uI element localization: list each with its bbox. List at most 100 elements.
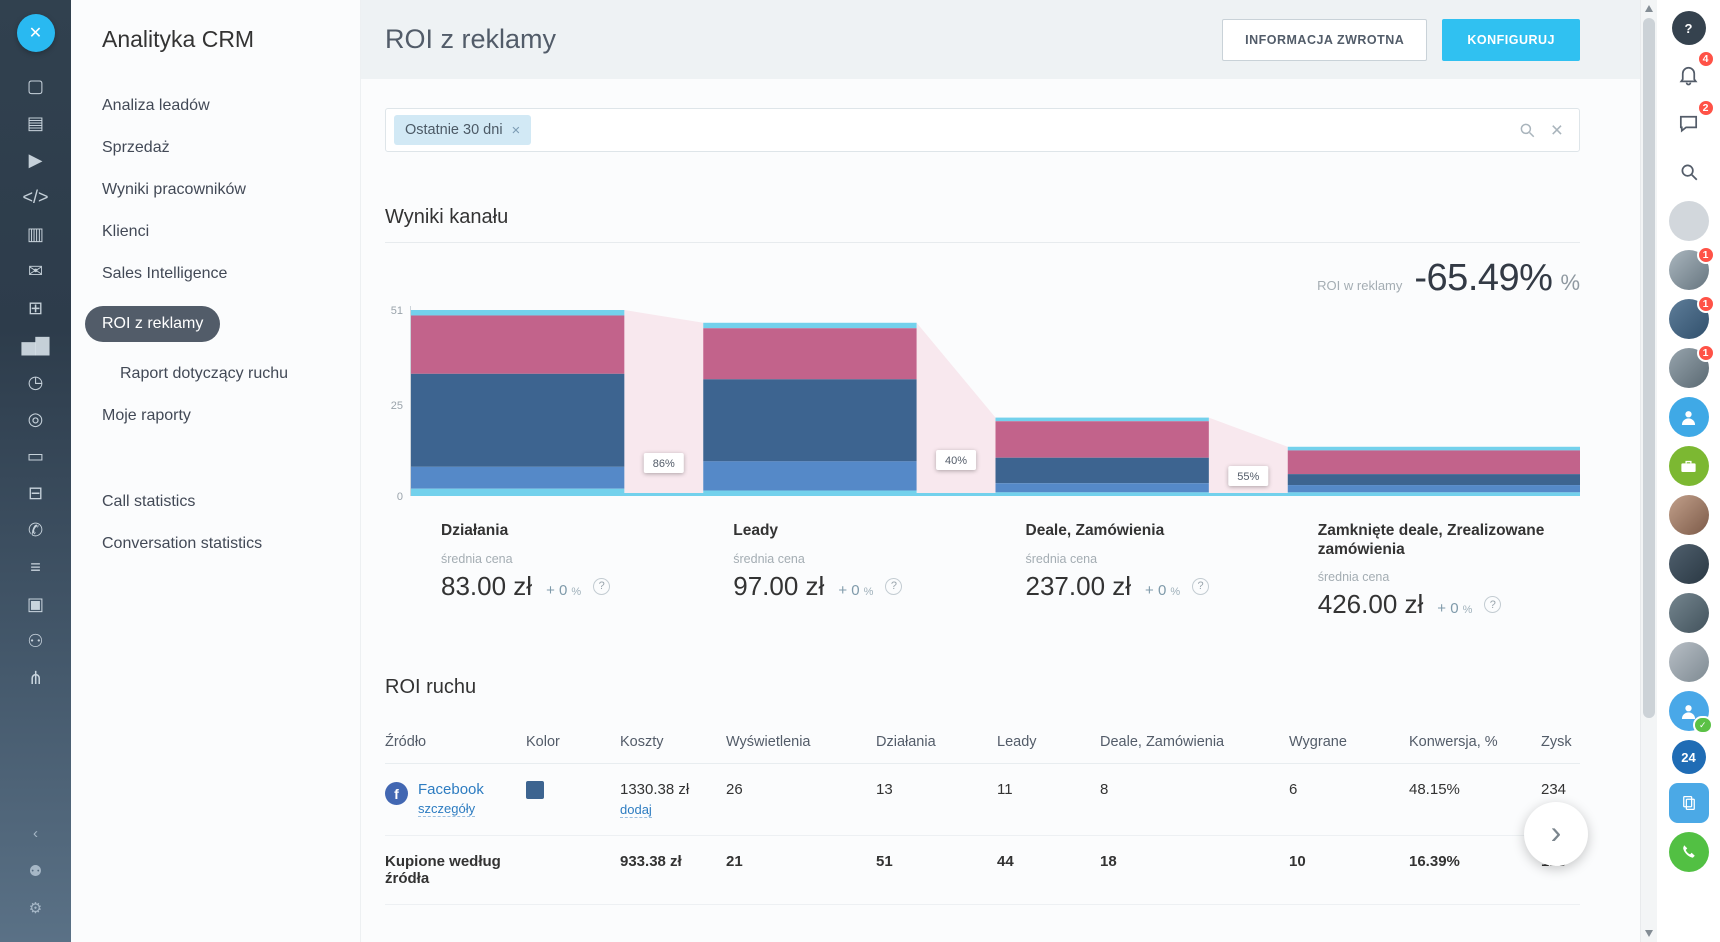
cell-dzialania: 51	[876, 836, 997, 905]
table-row-summary: Kupione według źródła 933.38 zł 21 51 44…	[385, 836, 1580, 905]
page-header: ROI z reklamy INFORMACJA ZWROTNA KONFIGU…	[361, 0, 1640, 79]
default-user-avatar[interactable]	[1669, 397, 1709, 437]
right-toolbar: ?42111✓24	[1657, 0, 1720, 942]
help-button[interactable]: ?	[1672, 11, 1706, 45]
search-icon[interactable]	[1669, 152, 1709, 192]
filter-chip[interactable]: Ostatnie 30 dni ×	[394, 115, 531, 145]
messenger-chat-icon[interactable]: 2	[1669, 103, 1709, 143]
user-icon[interactable]: ⚉	[0, 852, 71, 889]
automation-icon[interactable]: ⋔	[0, 660, 71, 697]
mail-icon[interactable]: ✉	[0, 253, 71, 290]
analytics-icon[interactable]: ▅▇	[0, 327, 71, 364]
channel-results-title: Wyniki kanału	[385, 206, 1580, 229]
left-icon-sidebar: ✕ ▢▤▶</>▥✉⊞▅▇◷◎▭⊟✆≡▣⚇⋔ ‹⚉⚙	[0, 0, 71, 942]
copy-icon[interactable]: ▣	[0, 586, 71, 623]
cell-wyswietlenia: 21	[726, 836, 876, 905]
help-icon[interactable]: ?	[885, 578, 902, 595]
counter-badge: 1	[1697, 344, 1715, 362]
close-menu-button[interactable]: ✕	[17, 14, 55, 52]
scrollbar-thumb[interactable]	[1643, 18, 1655, 718]
sidebar-item-sprzedaz[interactable]: Sprzedaż	[102, 127, 340, 169]
user-avatar[interactable]: 1	[1669, 348, 1709, 388]
user-avatar[interactable]	[1669, 544, 1709, 584]
cell-leady: 44	[997, 836, 1100, 905]
notifications-bell-icon[interactable]: 4	[1669, 54, 1709, 94]
page-content: Ostatnie 30 dni × × Wyniki kanału ROI w …	[361, 79, 1640, 942]
vertical-scrollbar[interactable]	[1640, 0, 1657, 942]
filter-chip-label: Ostatnie 30 dni	[405, 122, 503, 138]
stage-leady: Leady średnia cena 97.00 zł + 0 % ?	[733, 522, 973, 602]
settings-gear-icon[interactable]: ⚙	[0, 889, 71, 926]
col-leady: Leady	[997, 721, 1100, 764]
user-avatar[interactable]: 1	[1669, 299, 1709, 339]
sidebar-item-sales-intelligence[interactable]: Sales Intelligence	[102, 253, 340, 295]
help-icon[interactable]: ?	[593, 578, 610, 595]
briefcase-icon[interactable]: ▭	[0, 438, 71, 475]
add-cost-link[interactable]: dodaj	[620, 802, 652, 818]
bitrix24-logo-icon[interactable]: 24	[1672, 740, 1706, 774]
knowledge-base-icon[interactable]: ▥	[0, 216, 71, 253]
phone-icon[interactable]: ✆	[0, 512, 71, 549]
stage-zamkniete: Zamknięte deale, Zrealizowane zamówienia…	[1318, 522, 1580, 620]
channel-results-section: Wyniki kanału ROI w reklamy -65.49% % 02…	[385, 206, 1580, 648]
user-avatar[interactable]: 1	[1669, 250, 1709, 290]
sidebar-item-conversation-statistics[interactable]: Conversation statistics	[102, 523, 340, 565]
shop-icon[interactable]: ⊟	[0, 475, 71, 512]
collapse-icon[interactable]: ‹	[0, 815, 71, 852]
apps-grid-icon[interactable]: ⊞	[0, 290, 71, 327]
feedback-button[interactable]: INFORMACJA ZWROTNA	[1222, 19, 1427, 61]
page-title: ROI z reklamy	[385, 24, 1222, 55]
user-avatar[interactable]	[1669, 593, 1709, 633]
video-icon[interactable]: ▶	[0, 142, 71, 179]
roi-table: Źródło Kolor Koszty Wyświetlenia Działan…	[385, 721, 1580, 905]
counter-badge: 4	[1697, 50, 1715, 68]
calls-phone-icon[interactable]	[1669, 832, 1709, 872]
roi-label: ROI w reklamy	[1317, 278, 1402, 293]
search-icon[interactable]	[1518, 121, 1536, 139]
scroll-up-icon[interactable]	[1645, 5, 1653, 12]
filter-clear-icon[interactable]: ×	[1551, 120, 1563, 141]
help-icon[interactable]: ?	[1484, 596, 1501, 613]
sidebar-menu: Analiza leadów Sprzedaż Wyniki pracownik…	[102, 85, 340, 565]
stack-icon[interactable]: ≡	[0, 549, 71, 586]
sidebar-title: Analityka CRM	[102, 26, 340, 53]
sidebar-item-raport-ruchu[interactable]: Raport dotyczący ruchu	[102, 353, 340, 395]
col-wygrane: Wygrane	[1289, 721, 1409, 764]
help-icon[interactable]: ?	[1192, 578, 1209, 595]
table-header-row: Źródło Kolor Koszty Wyświetlenia Działan…	[385, 721, 1580, 764]
sidebar-item-call-statistics[interactable]: Call statistics	[102, 481, 340, 523]
counter-badge: 1	[1697, 295, 1715, 313]
filter-bar[interactable]: Ostatnie 30 dni × ×	[385, 108, 1580, 152]
scroll-down-icon[interactable]	[1645, 930, 1653, 937]
team-icon[interactable]: ⚇	[0, 623, 71, 660]
code-icon[interactable]: </>	[0, 179, 71, 216]
target-icon[interactable]: ◎	[0, 401, 71, 438]
table-row-facebook: f Facebook szczegóły 1330.	[385, 764, 1580, 836]
feed-icon[interactable]: ▤	[0, 105, 71, 142]
chip-remove-icon[interactable]: ×	[512, 122, 521, 139]
configure-button[interactable]: KONFIGURUJ	[1442, 19, 1580, 61]
user-avatar-online[interactable]: ✓	[1669, 691, 1709, 731]
user-avatar[interactable]	[1669, 495, 1709, 535]
cell-dzialania: 13	[876, 764, 997, 836]
user-avatar[interactable]	[1669, 642, 1709, 682]
col-konwersja: Konwersja, %	[1409, 721, 1541, 764]
time-icon[interactable]: ◷	[0, 364, 71, 401]
sidebar-item-klienci[interactable]: Klienci	[102, 211, 340, 253]
tasks-doc-icon[interactable]	[1669, 783, 1709, 823]
sidebar-item-moje-raporty[interactable]: Moje raporty	[102, 395, 340, 437]
facebook-source-link[interactable]: Facebook	[418, 781, 484, 798]
col-deale: Deale, Zamówienia	[1100, 721, 1289, 764]
desktop-icon[interactable]: ▢	[0, 68, 71, 105]
filter-search-input[interactable]	[531, 109, 1517, 151]
company-avatar[interactable]	[1669, 446, 1709, 486]
col-dzialania: Działania	[876, 721, 997, 764]
sidebar-item-analiza-leadow[interactable]: Analiza leadów	[102, 85, 340, 127]
sidebar-item-wyniki-pracownikow[interactable]: Wyniki pracowników	[102, 169, 340, 211]
stage-deale: Deale, Zamówienia średnia cena 237.00 zł…	[1026, 522, 1266, 602]
user-avatar[interactable]	[1669, 201, 1709, 241]
table-next-button[interactable]: ›	[1524, 802, 1588, 866]
cost-value: 1330.38 zł	[620, 781, 716, 798]
sidebar-item-roi-z-reklamy[interactable]: ROI z reklamy	[102, 295, 340, 353]
details-link[interactable]: szczegóły	[418, 801, 475, 817]
